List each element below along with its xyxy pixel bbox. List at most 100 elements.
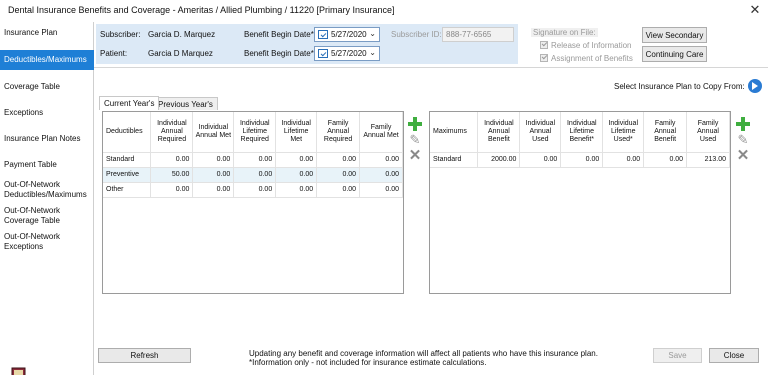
table-cell[interactable]: 0.00 bbox=[150, 152, 194, 168]
close-window-icon[interactable]: ✕ bbox=[748, 3, 762, 17]
continuing-care-button[interactable]: Continuing Care bbox=[642, 46, 707, 62]
column-header[interactable]: Family Annual Benefit bbox=[643, 112, 688, 153]
release-of-information-checkbox[interactable] bbox=[540, 41, 548, 49]
delete-deductible-icon[interactable]: ✕ bbox=[408, 148, 422, 163]
row-label: Standard bbox=[430, 152, 479, 168]
column-header[interactable]: Family Annual Required bbox=[316, 112, 361, 153]
table-cell[interactable]: 0.00 bbox=[359, 182, 403, 198]
window-title: Dental Insurance Benefits and Coverage -… bbox=[8, 5, 395, 15]
subscriber-id-label: Subscriber ID: bbox=[391, 30, 442, 39]
table-cell[interactable]: 0.00 bbox=[192, 167, 235, 183]
patient-name: Garcia D Marquez bbox=[148, 49, 213, 58]
refresh-button[interactable]: Refresh bbox=[98, 348, 191, 363]
column-header[interactable]: Family Annual Used bbox=[686, 112, 730, 153]
column-header[interactable]: Deductibles bbox=[103, 112, 152, 153]
column-header[interactable]: Maximums bbox=[430, 112, 479, 153]
patient-benefit-begin-date-picker[interactable]: 5/27/2020 ⌄ bbox=[314, 46, 380, 61]
table-row-selected[interactable]: Preventive 50.00 0.00 0.00 0.00 0.00 0.0… bbox=[103, 167, 403, 183]
sidebar-item-deductibles-maximums[interactable]: Deductibles/Maximums bbox=[0, 50, 94, 70]
column-header[interactable]: Individual Lifetime Used* bbox=[602, 112, 645, 153]
table-cell[interactable]: 0.00 bbox=[150, 182, 194, 198]
table-cell[interactable]: 0.00 bbox=[275, 182, 318, 198]
view-secondary-button[interactable]: View Secondary bbox=[642, 27, 707, 43]
patient-benefit-begin-date: 5/27/2020 bbox=[331, 49, 367, 58]
delete-maximum-icon[interactable]: ✕ bbox=[736, 148, 750, 163]
sidebar-item-payment-table[interactable]: Payment Table bbox=[0, 160, 94, 172]
table-cell[interactable]: 50.00 bbox=[150, 167, 194, 183]
table-cell[interactable]: 0.00 bbox=[560, 152, 604, 168]
save-button[interactable]: Save bbox=[653, 348, 702, 363]
table-cell[interactable]: 0.00 bbox=[316, 167, 361, 183]
table-row[interactable]: Standard 0.00 0.00 0.00 0.00 0.00 0.00 bbox=[103, 152, 403, 168]
sidebar-item-oon-deductibles-maximums[interactable]: Out-Of-Network Deductibles/Maximums bbox=[0, 180, 94, 202]
table-row[interactable]: Standard 2000.00 0.00 0.00 0.00 0.00 213… bbox=[430, 152, 730, 168]
table-cell[interactable]: 0.00 bbox=[233, 182, 277, 198]
table-cell[interactable]: 0.00 bbox=[316, 152, 361, 168]
column-header[interactable]: Individual Annual Benefit bbox=[477, 112, 521, 153]
table-row[interactable]: Other 0.00 0.00 0.00 0.00 0.00 0.00 bbox=[103, 182, 403, 198]
column-header[interactable]: Family Annual Met bbox=[359, 112, 403, 153]
checkbox-checked-icon[interactable] bbox=[318, 30, 328, 39]
column-header[interactable]: Individual Lifetime Met bbox=[275, 112, 318, 153]
table-cell[interactable]: 0.00 bbox=[602, 152, 645, 168]
column-header[interactable]: Individual Lifetime Benefit* bbox=[560, 112, 604, 153]
table-cell[interactable]: 0.00 bbox=[233, 167, 277, 183]
edit-deductible-icon[interactable]: ✎ bbox=[408, 133, 422, 147]
table-cell[interactable]: 0.00 bbox=[643, 152, 688, 168]
subscriber-label: Subscriber: bbox=[100, 30, 141, 39]
table-cell[interactable]: 0.00 bbox=[233, 152, 277, 168]
sidebar-item-oon-coverage-table[interactable]: Out-Of-Network Coverage Table bbox=[0, 206, 94, 228]
tab-current-years[interactable]: Current Year's bbox=[99, 96, 160, 110]
sidebar-item-exceptions[interactable]: Exceptions bbox=[0, 108, 94, 120]
table-cell[interactable]: 0.00 bbox=[519, 152, 562, 168]
table-cell[interactable]: 0.00 bbox=[316, 182, 361, 198]
table-cell[interactable]: 0.00 bbox=[192, 152, 235, 168]
sidebar-item-insurance-plan[interactable]: Insurance Plan bbox=[0, 28, 94, 42]
sidebar-nav: Insurance Plan Deductibles/Maximums Cove… bbox=[0, 22, 94, 375]
column-header[interactable]: Individual Annual Required bbox=[150, 112, 194, 153]
table-cell[interactable]: 213.00 bbox=[686, 152, 730, 168]
row-label: Preventive bbox=[103, 167, 152, 183]
table-cell[interactable]: 0.00 bbox=[359, 152, 403, 168]
deductibles-header-row: Deductibles Individual Annual Required I… bbox=[103, 112, 403, 153]
table-cell[interactable]: 0.00 bbox=[275, 167, 318, 183]
subscriber-benefit-begin-label: Benefit Begin Date* bbox=[244, 30, 314, 39]
table-cell[interactable]: 0.00 bbox=[192, 182, 235, 198]
add-maximum-icon[interactable] bbox=[736, 117, 750, 131]
add-deductible-icon[interactable] bbox=[408, 117, 422, 131]
book-icon[interactable] bbox=[10, 366, 28, 375]
edit-maximum-icon[interactable]: ✎ bbox=[736, 133, 750, 147]
subscriber-id-field[interactable]: 888-77-6565 bbox=[442, 27, 514, 42]
assignment-of-benefits-checkbox[interactable] bbox=[540, 54, 548, 62]
close-button[interactable]: Close bbox=[709, 348, 759, 363]
tab-previous-years[interactable]: Previous Year's bbox=[153, 97, 218, 110]
deductibles-grid: Deductibles Individual Annual Required I… bbox=[102, 111, 404, 294]
column-header[interactable]: Individual Annual Met bbox=[192, 112, 235, 153]
sidebar-item-oon-exceptions[interactable]: Out-Of-Network Exceptions bbox=[0, 232, 94, 254]
row-label: Standard bbox=[103, 152, 152, 168]
patient-benefit-begin-label: Benefit Begin Date* bbox=[244, 49, 314, 58]
copy-from-label: Select Insurance Plan to Copy From: bbox=[614, 82, 745, 91]
release-of-information-label: Release of Information bbox=[551, 41, 632, 50]
arrow-right-icon[interactable] bbox=[748, 79, 762, 93]
column-header[interactable]: Individual Annual Used bbox=[519, 112, 562, 153]
signature-on-file-label: Signature on File: bbox=[531, 28, 598, 37]
checkbox-checked-icon[interactable] bbox=[318, 49, 328, 58]
subscriber-benefit-begin-date-picker[interactable]: 5/27/2020 ⌄ bbox=[314, 27, 380, 42]
information-only-note: *Information only - not included for ins… bbox=[249, 358, 487, 367]
subscriber-name: Garcia D. Marquez bbox=[148, 30, 216, 39]
sidebar-item-insurance-plan-notes[interactable]: Insurance Plan Notes bbox=[0, 134, 94, 146]
title-bar: Dental Insurance Benefits and Coverage -… bbox=[0, 0, 768, 22]
subscriber-benefit-begin-date: 5/27/2020 bbox=[331, 30, 367, 39]
sidebar-item-coverage-table[interactable]: Coverage Table bbox=[0, 82, 94, 94]
column-header[interactable]: Individual Lifetime Required bbox=[233, 112, 277, 153]
table-cell[interactable]: 0.00 bbox=[275, 152, 318, 168]
table-cell[interactable]: 0.00 bbox=[359, 167, 403, 183]
patient-label: Patient: bbox=[100, 49, 128, 58]
chevron-down-icon[interactable]: ⌄ bbox=[369, 29, 376, 38]
assignment-of-benefits-label: Assignment of Benefits bbox=[551, 54, 633, 63]
maximums-grid: Maximums Individual Annual Benefit Indiv… bbox=[429, 111, 731, 294]
table-cell[interactable]: 2000.00 bbox=[477, 152, 521, 168]
row-label: Other bbox=[103, 182, 152, 198]
chevron-down-icon[interactable]: ⌄ bbox=[369, 48, 376, 57]
